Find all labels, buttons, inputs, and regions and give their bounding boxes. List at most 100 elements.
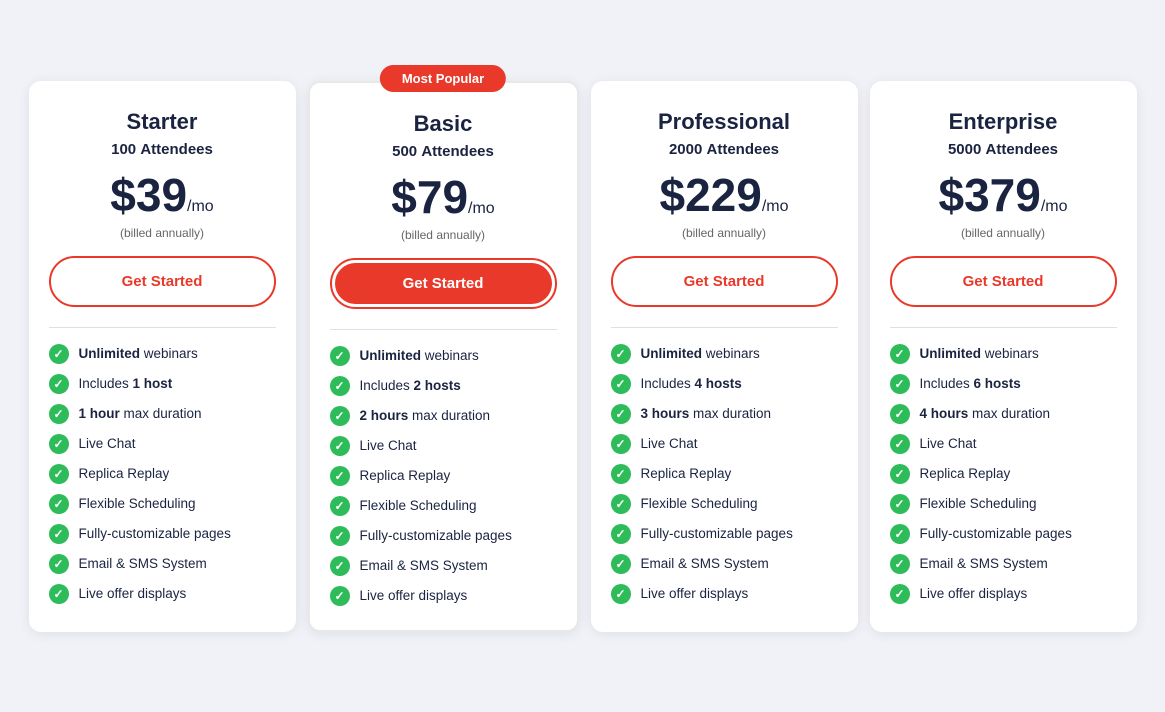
- check-icon: [49, 494, 69, 514]
- plan-price-starter: $39/mo: [49, 168, 276, 222]
- feature-item: Unlimited webinars: [49, 344, 276, 364]
- check-icon: [330, 526, 350, 546]
- plan-attendees-enterprise: 5000 Attendees: [890, 141, 1117, 158]
- feature-text: Fully-customizable pages: [641, 526, 793, 541]
- feature-item: Email & SMS System: [330, 556, 557, 576]
- cta-button-starter[interactable]: Get Started: [54, 261, 271, 302]
- check-icon: [330, 346, 350, 366]
- feature-text: Email & SMS System: [79, 556, 207, 571]
- feature-item: Replica Replay: [611, 464, 838, 484]
- billed-enterprise: (billed annually): [890, 226, 1117, 240]
- feature-item: Includes 4 hosts: [611, 374, 838, 394]
- check-icon: [890, 494, 910, 514]
- check-icon: [611, 584, 631, 604]
- most-popular-badge: Most Popular: [380, 65, 506, 92]
- cta-wrapper-starter: Get Started: [49, 256, 276, 307]
- feature-text: 3 hours max duration: [641, 406, 772, 421]
- divider-basic: [330, 329, 557, 330]
- price-per-enterprise: /mo: [1041, 198, 1068, 215]
- billed-basic: (billed annually): [330, 228, 557, 242]
- feature-text: Replica Replay: [920, 466, 1011, 481]
- feature-item: Includes 6 hosts: [890, 374, 1117, 394]
- plan-price-enterprise: $379/mo: [890, 168, 1117, 222]
- feature-item: Includes 1 host: [49, 374, 276, 394]
- feature-item: Email & SMS System: [611, 554, 838, 574]
- feature-text: Fully-customizable pages: [79, 526, 231, 541]
- check-icon: [890, 524, 910, 544]
- feature-text: Live offer displays: [641, 586, 749, 601]
- feature-item: Includes 2 hosts: [330, 376, 557, 396]
- feature-item: 3 hours max duration: [611, 404, 838, 424]
- feature-text: Email & SMS System: [641, 556, 769, 571]
- feature-item: Email & SMS System: [890, 554, 1117, 574]
- plan-price-professional: $229/mo: [611, 168, 838, 222]
- price-per-professional: /mo: [762, 198, 789, 215]
- check-icon: [330, 466, 350, 486]
- price-amount-starter: $39: [110, 169, 187, 221]
- plan-attendees-professional: 2000 Attendees: [611, 141, 838, 158]
- feature-item: Unlimited webinars: [890, 344, 1117, 364]
- feature-text: Live Chat: [360, 438, 417, 453]
- plan-price-basic: $79/mo: [330, 170, 557, 224]
- check-icon: [611, 464, 631, 484]
- check-icon: [49, 374, 69, 394]
- feature-item: Live offer displays: [890, 584, 1117, 604]
- feature-item: Fully-customizable pages: [890, 524, 1117, 544]
- feature-text: Unlimited webinars: [79, 346, 198, 361]
- feature-text: Flexible Scheduling: [641, 496, 758, 511]
- check-icon: [890, 434, 910, 454]
- feature-item: Flexible Scheduling: [611, 494, 838, 514]
- cta-wrapper-basic: Get Started: [330, 258, 557, 309]
- price-per-starter: /mo: [187, 198, 214, 215]
- feature-text: Live offer displays: [79, 586, 187, 601]
- check-icon: [611, 524, 631, 544]
- cta-button-professional[interactable]: Get Started: [616, 261, 833, 302]
- divider-starter: [49, 327, 276, 328]
- cta-button-enterprise[interactable]: Get Started: [895, 261, 1112, 302]
- feature-item: Live Chat: [890, 434, 1117, 454]
- feature-item: Fully-customizable pages: [330, 526, 557, 546]
- check-icon: [890, 464, 910, 484]
- cta-button-basic[interactable]: Get Started: [335, 263, 552, 304]
- check-icon: [330, 436, 350, 456]
- check-icon: [611, 344, 631, 364]
- check-icon: [330, 376, 350, 396]
- check-icon: [611, 554, 631, 574]
- cta-wrapper-professional: Get Started: [611, 256, 838, 307]
- feature-text: Email & SMS System: [920, 556, 1048, 571]
- feature-text: Live Chat: [920, 436, 977, 451]
- feature-text: Unlimited webinars: [360, 348, 479, 363]
- feature-item: Fully-customizable pages: [49, 524, 276, 544]
- plan-attendees-starter: 100 Attendees: [49, 141, 276, 158]
- feature-list-starter: Unlimited webinars Includes 1 host 1 hou…: [49, 344, 276, 604]
- check-icon: [49, 344, 69, 364]
- check-icon: [49, 404, 69, 424]
- feature-item: Replica Replay: [890, 464, 1117, 484]
- feature-text: Live Chat: [79, 436, 136, 451]
- plan-card-enterprise: Enterprise 5000 Attendees $379/mo (bille…: [870, 81, 1137, 632]
- plan-card-starter: Starter 100 Attendees $39/mo (billed ann…: [29, 81, 296, 632]
- feature-text: 2 hours max duration: [360, 408, 491, 423]
- feature-item: Unlimited webinars: [611, 344, 838, 364]
- feature-item: Live Chat: [49, 434, 276, 454]
- cta-wrapper-enterprise: Get Started: [890, 256, 1117, 307]
- feature-text: Fully-customizable pages: [920, 526, 1072, 541]
- feature-item: Live offer displays: [611, 584, 838, 604]
- feature-text: Includes 4 hosts: [641, 376, 742, 391]
- check-icon: [611, 494, 631, 514]
- feature-list-basic: Unlimited webinars Includes 2 hosts 2 ho…: [330, 346, 557, 606]
- billed-starter: (billed annually): [49, 226, 276, 240]
- feature-text: Live Chat: [641, 436, 698, 451]
- price-amount-professional: $229: [659, 169, 761, 221]
- check-icon: [49, 464, 69, 484]
- plan-name-basic: Basic: [330, 111, 557, 137]
- feature-text: Replica Replay: [641, 466, 732, 481]
- check-icon: [611, 374, 631, 394]
- feature-item: Live offer displays: [330, 586, 557, 606]
- feature-text: Replica Replay: [360, 468, 451, 483]
- feature-text: Fully-customizable pages: [360, 528, 512, 543]
- feature-item: Flexible Scheduling: [890, 494, 1117, 514]
- check-icon: [890, 374, 910, 394]
- plan-card-basic: Most Popular Basic 500 Attendees $79/mo …: [308, 81, 579, 632]
- feature-text: Includes 1 host: [79, 376, 173, 391]
